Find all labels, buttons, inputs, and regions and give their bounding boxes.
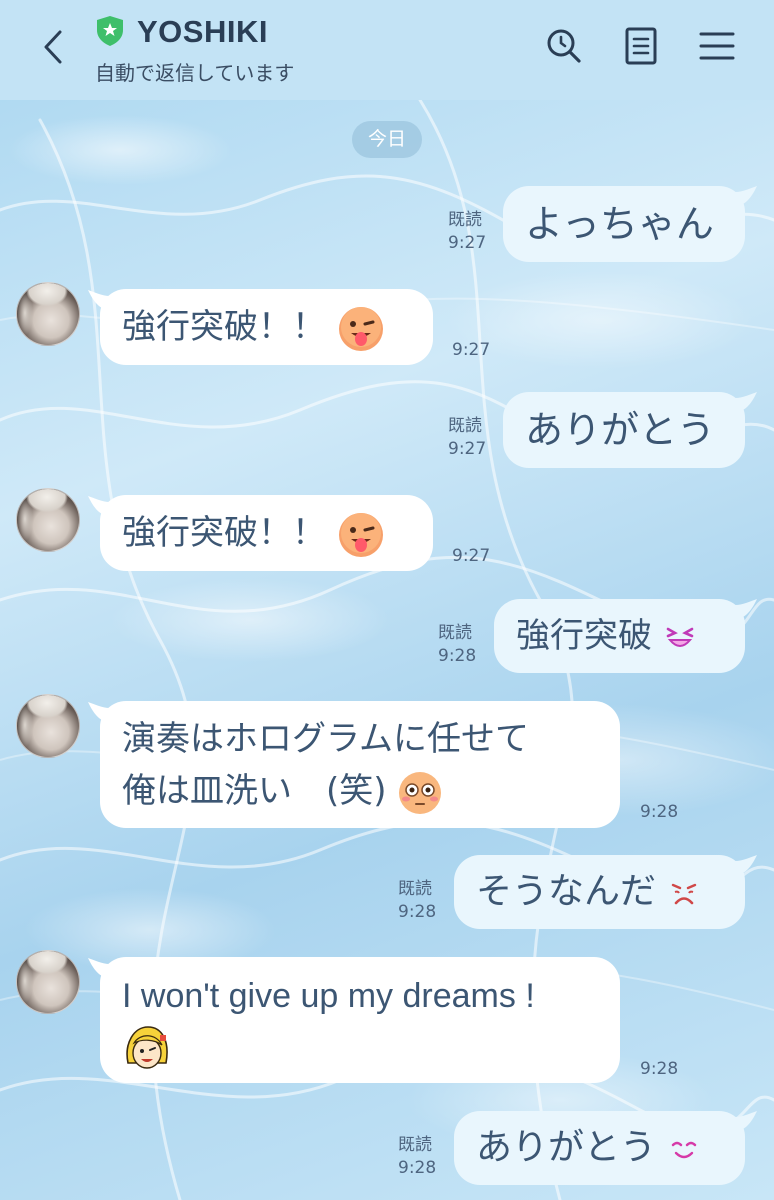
message-text: そうなんだ (476, 871, 657, 912)
avatar[interactable] (16, 950, 80, 1014)
read-receipt: 既読 (448, 210, 482, 230)
message-meta: 既読 9:28 (438, 622, 476, 668)
message-text: 俺は皿洗い (笑) (122, 771, 387, 811)
avatar[interactable] (16, 282, 80, 346)
date-separator: 今日 (352, 121, 422, 158)
winking-tongue-emoji (338, 512, 383, 557)
bubble-tail (735, 392, 757, 412)
message-time: 9:28 (640, 1059, 679, 1079)
sent-message-bubble[interactable]: 強行突破 (494, 599, 745, 673)
sent-message-bubble[interactable]: ありがとう (503, 392, 745, 468)
message-time: 9:28 (438, 646, 477, 666)
chat-title: YOSHIKI (137, 14, 268, 49)
message-time: 9:27 (448, 439, 487, 459)
message-meta: 既読 9:28 (398, 878, 436, 924)
flushed-emoji (399, 771, 442, 814)
message-meta: 既読 9:28 (398, 1134, 436, 1180)
back-arrow-icon[interactable] (36, 24, 72, 70)
received-message-bubble[interactable]: 強行突破！！ (100, 289, 433, 365)
avatar[interactable] (16, 488, 80, 552)
message-time: 9:27 (448, 233, 487, 253)
sent-message-bubble[interactable]: よっちゃん (503, 186, 745, 262)
read-receipt: 既読 (398, 879, 432, 899)
received-message-bubble[interactable]: I won't give up my dreams ! (100, 957, 620, 1083)
message-text: 強行突破！！ (122, 307, 326, 347)
bubble-tail (735, 1111, 757, 1131)
message-meta: 既読 9:27 (448, 209, 486, 255)
message-text: ありがとう (476, 1127, 657, 1168)
message-text: ありがとう (525, 408, 716, 452)
sad-face-emoji (672, 883, 697, 905)
message-meta: 既読 9:27 (448, 415, 486, 461)
message-text: よっちゃん (525, 202, 714, 246)
message-text: 強行突破！！ (122, 513, 326, 553)
bubble-tail (735, 599, 757, 619)
sent-message-bubble[interactable]: そうなんだ (454, 855, 745, 929)
chat-header: YOSHIKI 自動で返信しています (0, 0, 774, 100)
menu-icon[interactable] (697, 26, 737, 66)
message-time: 9:27 (452, 546, 491, 566)
message-time: 9:28 (398, 902, 437, 922)
auto-reply-status: 自動で返信しています (95, 61, 295, 85)
message-time: 9:28 (398, 1158, 437, 1178)
sent-message-bubble[interactable]: ありがとう (454, 1111, 745, 1185)
message-time: 9:28 (640, 802, 679, 822)
winking-tongue-emoji (338, 306, 383, 351)
search-icon[interactable] (544, 26, 584, 66)
message-time: 9:27 (452, 340, 491, 360)
read-receipt: 既読 (398, 1135, 432, 1155)
message-text: 強行突破 (516, 616, 652, 656)
blonde-character-sticker (126, 1026, 168, 1069)
message-text: 演奏はホログラムに任せて (122, 719, 529, 759)
smiling-face-emoji (672, 1141, 697, 1159)
squinting-grin-emoji (666, 627, 694, 647)
bubble-tail (735, 186, 757, 206)
bubble-tail (735, 855, 757, 875)
read-receipt: 既読 (448, 416, 482, 436)
received-message-bubble[interactable]: 演奏はホログラムに任せて 俺は皿洗い (笑) (100, 701, 620, 828)
notes-icon[interactable] (621, 26, 661, 66)
avatar[interactable] (16, 694, 80, 758)
read-receipt: 既読 (438, 623, 472, 643)
message-text: I won't give up my dreams ! (122, 977, 535, 1015)
verified-shield-icon (97, 16, 123, 46)
received-message-bubble[interactable]: 強行突破！！ (100, 495, 433, 571)
